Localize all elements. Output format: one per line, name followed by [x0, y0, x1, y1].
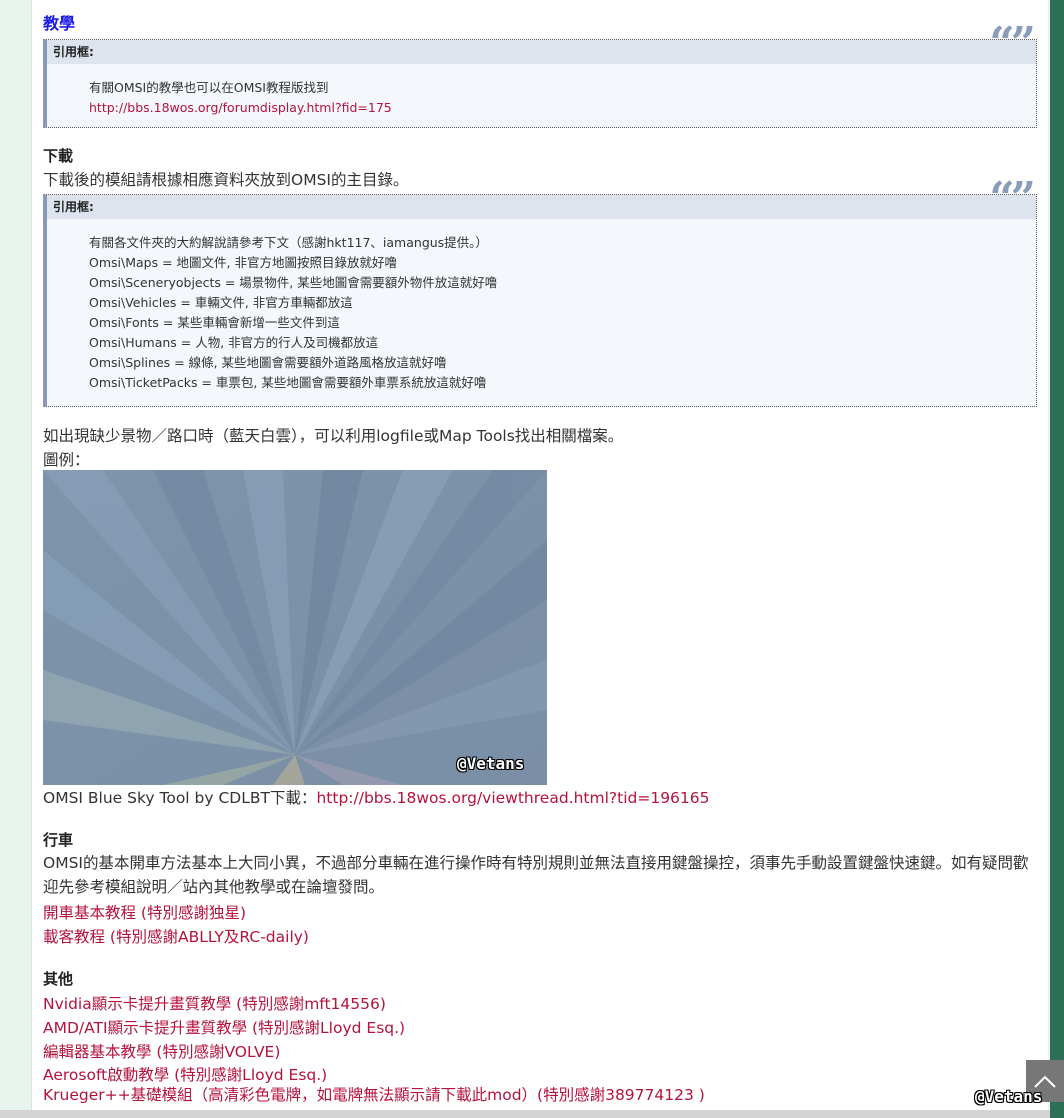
- folder-line: Omsi\Splines = 線條, 某些地圖會需要額外道路風格放這就好噜: [89, 355, 447, 370]
- bottom-bar: [0, 1110, 1050, 1118]
- nvidia-link[interactable]: Nvidia顯示卡提升畫質教學 (特別感謝mft14556): [43, 995, 386, 1013]
- right-background-strip: [1050, 0, 1064, 1118]
- missing-scenery-text: 如出現缺少景物／路口時（藍天白雲），可以利用logfile或Map Tools找…: [43, 427, 624, 445]
- sky-rays-graphic: [43, 470, 547, 785]
- forum-link[interactable]: http://bbs.18wos.org/forumdisplay.html?f…: [89, 100, 392, 115]
- tutorial-heading: 教學: [43, 14, 76, 33]
- driving-heading: 行車: [43, 831, 74, 849]
- folder-line: Omsi\Sceneryobjects = 場景物件, 某些地圖會需要額外物件放…: [89, 275, 498, 290]
- folder-line: Omsi\TicketPacks = 車票包, 某些地圖會需要額外車票系統放這就…: [89, 375, 487, 390]
- amd-link[interactable]: AMD/ATI顯示卡提升畫質教學 (特別感謝Lloyd Esq.): [43, 1019, 405, 1037]
- quote-label: 引用框:: [53, 45, 94, 59]
- page-watermark: @Vetans: [975, 1087, 1043, 1106]
- quote-body: 有關各文件夾的大約解說請參考下文（感謝hkt117、iamangus提供。） O…: [47, 219, 1036, 393]
- blue-sky-tool-line: OMSI Blue Sky Tool by CDLBT下載：http://bbs…: [43, 786, 710, 808]
- other-heading: 其他: [43, 970, 74, 988]
- example-label: 圖例：: [43, 451, 90, 469]
- quote-header: 引用框: “”: [47, 22, 1036, 66]
- passenger-link[interactable]: 載客教程 (特別感謝ABLLY及RC-daily): [43, 928, 309, 946]
- folder-line: Omsi\Maps = 地圖文件, 非官方地圖按照目錄放就好噜: [89, 255, 397, 270]
- editor-link[interactable]: 編輯器基本教學 (特別感謝VOLVE): [43, 1043, 280, 1061]
- download-description: 下載後的模組請根據相應資料夾放到OMSI的主目錄。: [43, 171, 409, 189]
- quote-box-folders: 引用框: “” 有關各文件夾的大約解說請參考下文（感謝hkt117、iamang…: [43, 177, 1037, 407]
- quote-label: 引用框:: [53, 200, 94, 214]
- blue-sky-example-image: @Vetans: [43, 470, 547, 785]
- folder-line: Omsi\Fonts = 某些車輛會新增一些文件到這: [89, 315, 340, 330]
- quote-header: 引用框: “”: [47, 177, 1036, 221]
- basic-driving-link[interactable]: 開車基本教程 (特別感謝独星): [43, 904, 246, 922]
- quote-box-tutorial: 引用框: “” 有關OMSI的教學也可以在OMSI教程版找到 http://bb…: [43, 22, 1037, 128]
- blue-sky-tool-label: OMSI Blue Sky Tool by CDLBT下載：: [43, 789, 317, 807]
- quote-text: 有關OMSI的教學也可以在OMSI教程版找到: [89, 80, 329, 95]
- folder-line: Omsi\Vehicles = 車輛文件, 非官方車輛都放這: [89, 295, 353, 310]
- image-watermark: @Vetans: [457, 754, 525, 773]
- folder-line: Omsi\Humans = 人物, 非官方的行人及司機都放這: [89, 335, 379, 350]
- left-background-strip: [0, 0, 32, 1118]
- quote-body: 有關OMSI的教學也可以在OMSI教程版找到 http://bbs.18wos.…: [47, 64, 1036, 118]
- krueger-link[interactable]: Krueger++基礎模組（高清彩色電牌，如電牌無法顯示請下載此mod）(特別感…: [43, 1086, 705, 1104]
- quote-icon: “”: [989, 18, 1036, 69]
- download-heading: 下載: [43, 147, 74, 165]
- aerosoft-link[interactable]: Aerosoft啟動教學 (特別感謝Lloyd Esq.): [43, 1066, 327, 1084]
- driving-description: OMSI的基本開車方法基本上大同小異，不過部分車輛在進行操作時有特別規則並無法直…: [43, 854, 1029, 896]
- folder-line: 有關各文件夾的大約解說請參考下文（感謝hkt117、iamangus提供。）: [89, 235, 488, 250]
- quote-icon: “”: [989, 173, 1036, 224]
- blue-sky-tool-link[interactable]: http://bbs.18wos.org/viewthread.html?tid…: [316, 789, 709, 807]
